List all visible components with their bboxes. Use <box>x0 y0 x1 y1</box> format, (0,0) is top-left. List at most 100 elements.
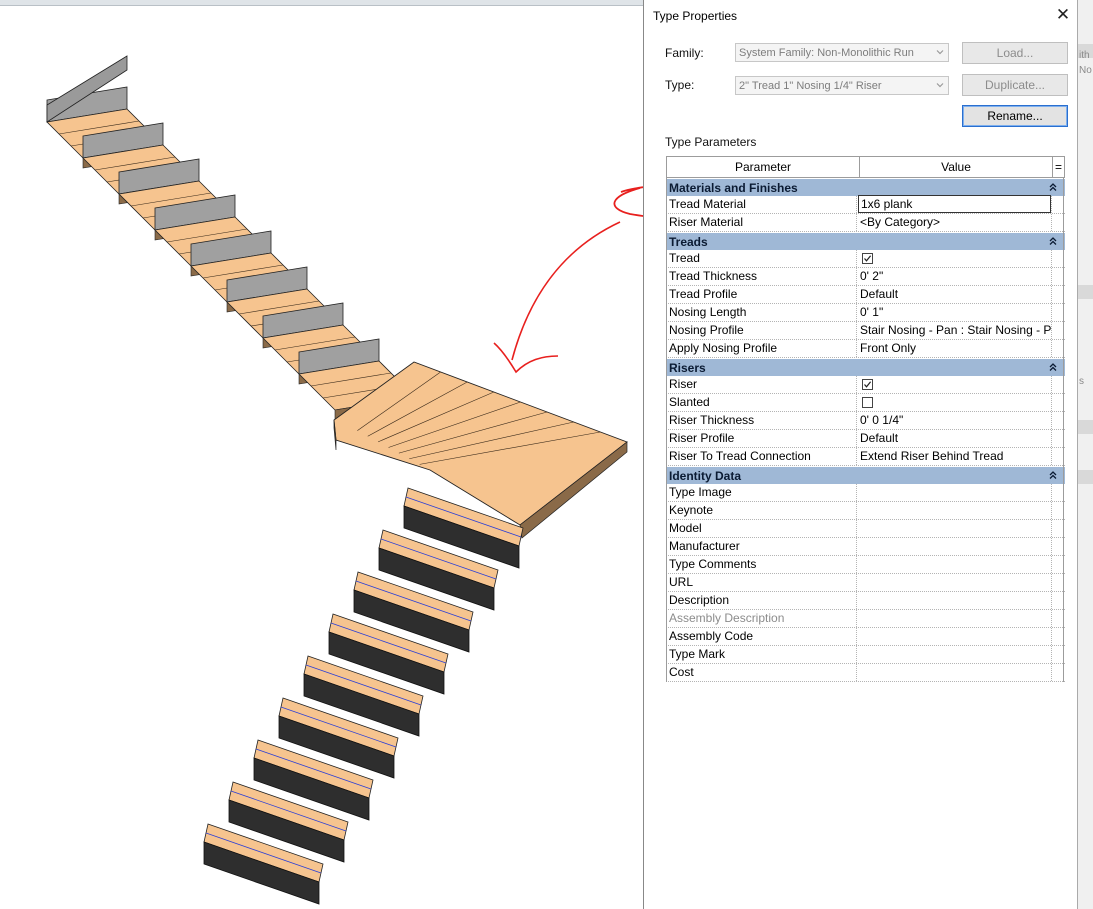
parameter-name: Tread Thickness <box>666 268 857 285</box>
parameter-row[interactable]: Tread <box>666 250 1065 268</box>
parameter-name: Slanted <box>666 394 857 411</box>
load-button[interactable]: Load... <box>962 42 1068 64</box>
background-fragment: ith <box>1079 50 1090 61</box>
parameter-value[interactable] <box>858 646 1051 663</box>
group-header-risers[interactable]: Risers <box>666 358 1065 376</box>
parameter-row[interactable]: Riser Profile Default <box>666 430 1065 448</box>
type-parameters-grid: Parameter Value = Materials and Finishes… <box>666 156 1065 682</box>
parameter-value[interactable] <box>858 574 1051 591</box>
parameter-name: Nosing Length <box>666 304 857 321</box>
background-fragment: s <box>1079 376 1084 387</box>
chevron-down-icon <box>936 50 944 55</box>
dialog-title-bar[interactable]: Type Properties ✕ <box>644 0 1077 31</box>
close-icon[interactable]: ✕ <box>1054 6 1072 24</box>
grid-left-border <box>666 178 667 682</box>
family-value: System Family: Non-Monolithic Run <box>739 47 914 59</box>
parameter-name: URL <box>666 574 857 591</box>
parameter-row[interactable]: Assembly Description <box>666 610 1065 628</box>
type-parameters-label: Type Parameters <box>665 135 757 149</box>
parameter-value[interactable] <box>858 484 1051 501</box>
parameter-row[interactable]: Riser Material <By Category> <box>666 214 1065 232</box>
parameter-name: Riser Thickness <box>666 412 857 429</box>
parameter-value-cell[interactable] <box>858 376 1051 393</box>
grid-header: Parameter Value = <box>666 156 1065 178</box>
parameter-name: Type Image <box>666 484 857 501</box>
parameter-row[interactable]: Type Comments <box>666 556 1065 574</box>
parameter-value[interactable] <box>858 556 1051 573</box>
parameter-row[interactable]: Riser Thickness 0' 0 1/4" <box>666 412 1065 430</box>
parameter-value-input[interactable]: 1x6 plank <box>858 195 1051 213</box>
parameter-row[interactable]: Type Image <box>666 484 1065 502</box>
parameter-name: Riser Material <box>666 214 857 231</box>
parameter-name: Tread Material <box>666 196 857 213</box>
parameter-row[interactable]: Riser <box>666 376 1065 394</box>
parameter-value-cell[interactable] <box>858 394 1051 411</box>
parameter-row[interactable]: Assembly Code <box>666 628 1065 646</box>
parameter-value[interactable] <box>858 610 1051 627</box>
parameter-value[interactable]: Extend Riser Behind Tread <box>858 448 1051 465</box>
group-header-identity[interactable]: Identity Data <box>666 466 1065 484</box>
parameter-row[interactable]: Keynote <box>666 502 1065 520</box>
parameter-value[interactable]: 0' 2" <box>858 268 1051 285</box>
parameter-value-cell[interactable] <box>858 250 1051 267</box>
parameter-value[interactable]: Default <box>858 286 1051 303</box>
parameter-value[interactable]: 0' 0 1/4" <box>858 412 1051 429</box>
parameter-row[interactable]: Riser To Tread Connection Extend Riser Be… <box>666 448 1065 466</box>
double-chevron-up-icon[interactable] <box>1048 470 1058 480</box>
parameter-value[interactable]: Front Only <box>858 340 1051 357</box>
duplicate-button[interactable]: Duplicate... <box>962 74 1068 96</box>
parameter-row[interactable]: Nosing Profile Stair Nosing - Pan : Stair… <box>666 322 1065 340</box>
background-band <box>1077 420 1093 434</box>
family-label: Family: <box>665 46 704 60</box>
parameter-row[interactable]: Type Mark <box>666 646 1065 664</box>
parameter-checkbox[interactable] <box>862 397 873 408</box>
parameter-row[interactable]: Cost <box>666 664 1065 682</box>
parameter-checkbox[interactable] <box>862 379 873 390</box>
parameter-row[interactable]: Tread Thickness 0' 2" <box>666 268 1065 286</box>
parameter-name: Riser <box>666 376 857 393</box>
parameter-name: Type Mark <box>666 646 857 663</box>
parameter-value[interactable] <box>858 520 1051 537</box>
parameter-value[interactable] <box>858 592 1051 609</box>
parameter-column-header[interactable]: Parameter <box>667 157 860 177</box>
group-header-materials[interactable]: Materials and Finishes <box>666 178 1065 196</box>
parameter-value[interactable] <box>858 502 1051 519</box>
grid-body: Materials and Finishes Tread Material 1x6 … <box>666 178 1065 682</box>
parameter-value[interactable]: Default <box>858 430 1051 447</box>
parameter-value[interactable]: 0' 1" <box>858 304 1051 321</box>
value-column-header[interactable]: Value <box>860 157 1053 177</box>
parameter-row[interactable]: URL <box>666 574 1065 592</box>
check-icon <box>864 381 872 388</box>
double-chevron-up-icon[interactable] <box>1048 362 1058 372</box>
parameter-value[interactable] <box>858 538 1051 555</box>
type-properties-dialog: Type Properties ✕ Family: System Family:… <box>643 0 1078 909</box>
parameter-value[interactable]: Stair Nosing - Pan : Stair Nosing - P <box>858 322 1051 339</box>
parameter-row[interactable]: Model <box>666 520 1065 538</box>
group-header-treads[interactable]: Treads <box>666 232 1065 250</box>
equals-column-header[interactable]: = <box>1053 157 1064 177</box>
double-chevron-up-icon[interactable] <box>1048 236 1058 246</box>
parameter-value[interactable] <box>858 628 1051 645</box>
family-dropdown[interactable]: System Family: Non-Monolithic Run <box>735 43 949 62</box>
parameter-name: Description <box>666 592 857 609</box>
rename-button[interactable]: Rename... <box>962 105 1068 127</box>
parameter-row[interactable]: Slanted <box>666 394 1065 412</box>
markup-arrow <box>493 221 621 374</box>
double-chevron-up-icon[interactable] <box>1048 182 1058 192</box>
parameter-value[interactable]: <By Category> <box>858 214 1051 231</box>
parameter-value[interactable] <box>858 664 1051 681</box>
type-dropdown[interactable]: 2" Tread 1" Nosing 1/4" Riser <box>735 76 949 95</box>
parameter-name: Keynote <box>666 502 857 519</box>
parameter-row[interactable]: Tread Material 1x6 plank <box>666 195 1065 214</box>
parameter-row[interactable]: Description <box>666 592 1065 610</box>
background-fragment: No <box>1079 65 1092 76</box>
parameter-name: Assembly Code <box>666 628 857 645</box>
parameter-name: Manufacturer <box>666 538 857 555</box>
parameter-row[interactable]: Tread Profile Default <box>666 286 1065 304</box>
parameter-row[interactable]: Nosing Length 0' 1" <box>666 304 1065 322</box>
chevron-down-icon <box>936 83 944 88</box>
stair-3d-view[interactable] <box>0 0 643 909</box>
parameter-row[interactable]: Apply Nosing Profile Front Only <box>666 340 1065 358</box>
parameter-row[interactable]: Manufacturer <box>666 538 1065 556</box>
parameter-checkbox[interactable] <box>862 253 873 264</box>
